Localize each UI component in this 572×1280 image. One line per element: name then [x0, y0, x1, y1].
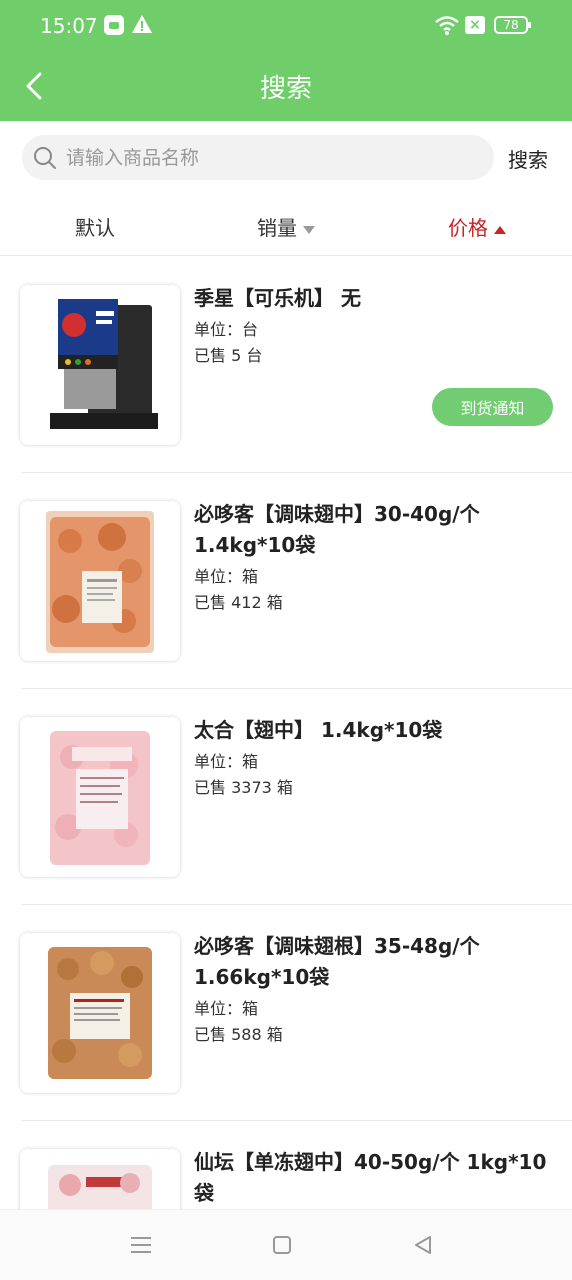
product-info: 仙坛【单冻翅中】40-50g/个 1kg*10袋 — [194, 1147, 564, 1209]
product-name: 季星【可乐机】 无 — [194, 286, 361, 310]
sort-tab-label: 价格 — [448, 216, 488, 240]
battery-icon: 78 — [494, 16, 531, 34]
product-item[interactable]: 太合【翅中】 1.4kg*10袋 单位：箱 已售 3373 箱 — [0, 689, 572, 905]
product-image — [20, 933, 180, 1093]
app-notification-icon — [104, 15, 124, 35]
product-info: 必哆客【调味翅中】30-40g/个 1.4kg*10袋 单位：箱 已售 412 … — [194, 499, 564, 616]
product-sold: 已售 5 台 — [194, 346, 263, 365]
product-item[interactable]: 仙坛【单冻翅中】40-50g/个 1kg*10袋 — [0, 1121, 572, 1209]
search-button[interactable]: 搜索 — [508, 144, 548, 173]
product-name: 必哆客【调味翅根】35-48g/个 1.66kg*10袋 — [194, 934, 480, 989]
sort-down-icon — [303, 225, 315, 234]
notify-arrival-button[interactable]: 到货通知 — [432, 388, 553, 426]
sort-tab-price[interactable]: 价格 — [448, 212, 506, 241]
sort-up-icon — [494, 225, 506, 234]
cola-machine-image — [50, 299, 158, 429]
frozen-wings-image — [48, 1165, 152, 1209]
sort-tab-label: 销量 — [257, 216, 297, 240]
status-bar: 15:07 × 78 — [0, 0, 572, 52]
product-unit: 单位：箱 — [194, 567, 259, 586]
product-info: 太合【翅中】 1.4kg*10袋 单位：箱 已售 3373 箱 — [194, 715, 564, 801]
product-name: 仙坛【单冻翅中】40-50g/个 1kg*10袋 — [194, 1150, 547, 1205]
menu-icon[interactable] — [130, 1234, 152, 1256]
product-unit: 单位：台 — [194, 320, 259, 339]
product-item[interactable]: 必哆客【调味翅中】30-40g/个 1.4kg*10袋 单位：箱 已售 412 … — [0, 473, 572, 689]
product-name: 太合【翅中】 1.4kg*10袋 — [194, 718, 443, 742]
product-item[interactable]: 季星【可乐机】 无 单位：台 已售 5 台 到货通知 — [0, 257, 572, 473]
sort-tab-sales[interactable]: 销量 — [257, 212, 315, 241]
seasoned-wings-image — [46, 511, 154, 653]
product-name: 必哆客【调味翅中】30-40g/个 1.4kg*10袋 — [194, 502, 480, 557]
status-time: 15:07 — [40, 14, 98, 38]
search-icon — [34, 147, 56, 169]
product-image — [20, 285, 180, 445]
search-bar — [22, 135, 494, 180]
app-header: 15:07 × 78 搜索 — [0, 0, 572, 121]
home-icon[interactable] — [272, 1235, 292, 1255]
product-image — [20, 501, 180, 661]
warning-icon — [132, 15, 152, 33]
product-sold: 已售 588 箱 — [194, 1025, 283, 1044]
product-image — [20, 1149, 180, 1209]
sort-bar: 默认 销量 价格 — [0, 200, 572, 256]
product-list: 季星【可乐机】 无 单位：台 已售 5 台 到货通知 必哆客【调味翅中】30-4… — [0, 257, 572, 1209]
product-sold: 已售 3373 箱 — [194, 778, 293, 797]
seasoned-drumettes-image — [48, 947, 152, 1079]
product-unit: 单位：箱 — [194, 752, 259, 771]
wifi-icon — [435, 16, 459, 35]
product-image — [20, 717, 180, 877]
search-input[interactable] — [66, 135, 486, 180]
sim-off-icon: × — [465, 16, 485, 34]
product-sold: 已售 412 箱 — [194, 593, 283, 612]
sort-tab-default[interactable]: 默认 — [75, 212, 115, 241]
back-icon[interactable] — [412, 1234, 434, 1256]
sort-tab-label: 默认 — [75, 216, 115, 240]
product-info: 必哆客【调味翅根】35-48g/个 1.66kg*10袋 单位：箱 已售 588… — [194, 931, 564, 1048]
product-item[interactable]: 必哆客【调味翅根】35-48g/个 1.66kg*10袋 单位：箱 已售 588… — [0, 905, 572, 1121]
system-nav-bar — [0, 1209, 572, 1280]
page-title: 搜索 — [259, 74, 312, 104]
product-info: 季星【可乐机】 无 单位：台 已售 5 台 — [194, 283, 564, 369]
raw-wings-image — [50, 731, 150, 865]
product-unit: 单位：箱 — [194, 999, 259, 1018]
